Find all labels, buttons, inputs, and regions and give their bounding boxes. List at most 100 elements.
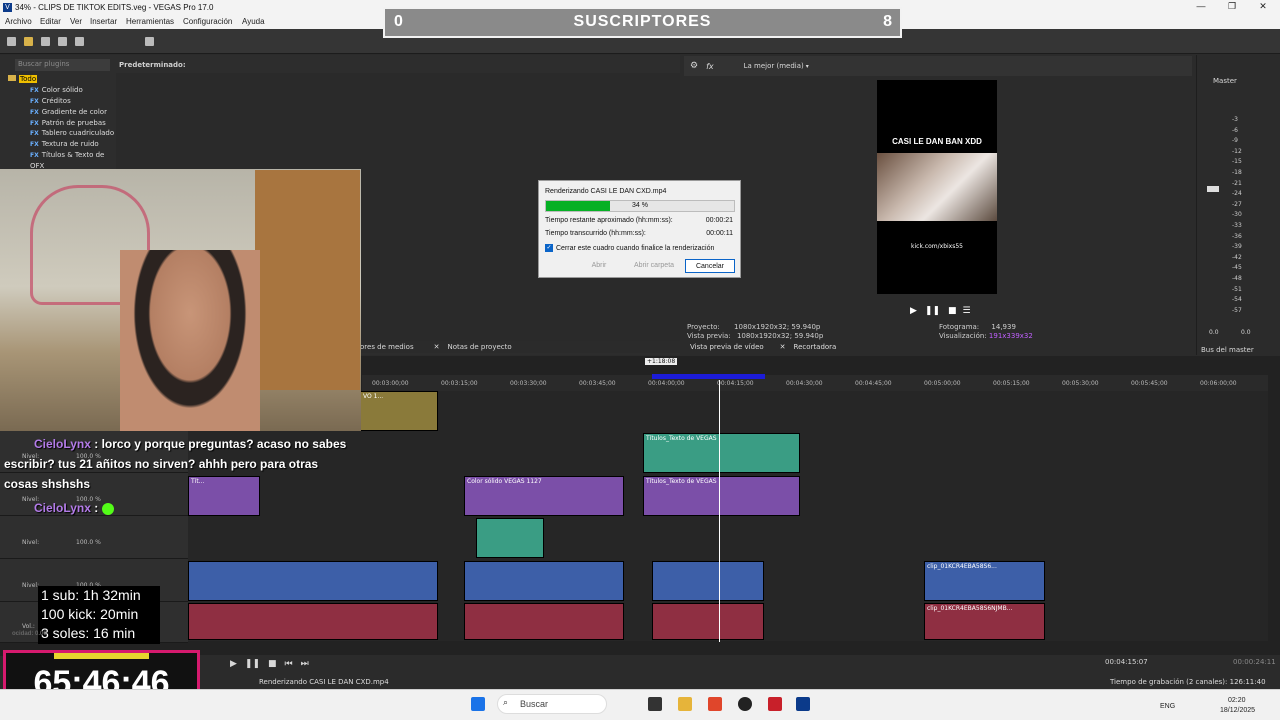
clock-time[interactable]: 02:20 (1228, 697, 1246, 704)
clip-audio-4[interactable]: clip_01KCR4EBA58S6NJMB... (924, 603, 1045, 640)
stop-icon[interactable]: ■ (948, 306, 957, 316)
close-icon[interactable]: ✕ (434, 343, 440, 351)
vegas-logo-icon: V (3, 3, 12, 12)
tab-medios[interactable]: ores de medios (360, 343, 414, 351)
clock-date[interactable]: 18/12/2025 (1220, 707, 1255, 714)
timeline-ruler[interactable]: 00:03:00;00 00:03:15;00 00:03:30;00 00:03:4… (362, 375, 1268, 391)
meter-tick-label: -39 (1232, 243, 1242, 251)
render-icon[interactable] (58, 37, 67, 46)
new-project-icon[interactable] (7, 37, 16, 46)
clip-audio-2[interactable] (464, 603, 624, 640)
minimize-button[interactable]: — (1186, 1, 1216, 14)
clip-teal-short[interactable] (476, 518, 544, 558)
clip-video-2[interactable] (464, 561, 624, 601)
undo-icon[interactable] (145, 37, 154, 46)
brave-icon[interactable] (708, 697, 722, 711)
master-fader-handle[interactable] (1207, 186, 1219, 192)
menu-insertar[interactable]: Insertar (90, 17, 117, 26)
play-icon[interactable]: ▶ (910, 306, 917, 316)
master-level-left: 0.0 (1209, 329, 1219, 336)
ruler-tick-label: 00:04:30;00 (786, 380, 823, 387)
quality-select[interactable]: La mejor (media) (744, 62, 804, 70)
tree-item-creditos[interactable]: FX Créditos (30, 97, 71, 107)
loop-length-label: +1:18:08 (645, 358, 678, 365)
pause-icon[interactable]: ❚❚ (925, 306, 940, 316)
track-header-3[interactable]: Nivel: 100.0 % (0, 517, 188, 559)
playhead-cursor[interactable] (719, 380, 720, 642)
cancel-button[interactable]: Cancelar (685, 259, 735, 273)
chat-message-2: CieloLynx : (4, 500, 114, 516)
checkbox-icon[interactable]: ✓ (545, 244, 553, 252)
tree-item-gradiente[interactable]: FX Gradiente de color (30, 108, 107, 118)
prev-icon[interactable]: ⏮ (285, 659, 293, 669)
task-view-icon[interactable] (648, 697, 662, 711)
video-thumbnail (877, 153, 997, 221)
tree-item-tablero[interactable]: FX Tablero cuadriculado (30, 129, 114, 139)
open-folder-icon[interactable] (24, 37, 33, 46)
tree-item-color-solido[interactable]: FX Color sólido (30, 86, 83, 96)
render-title: Renderizando CASI LE DAN CXD.mp4 (545, 188, 667, 195)
menu-icon[interactable]: ☰ (963, 306, 971, 316)
loop-region[interactable] (652, 374, 765, 379)
clip-audio-3[interactable] (652, 603, 764, 640)
next-icon[interactable]: ⏭ (301, 659, 309, 669)
tab-recortadora[interactable]: Recortadora (794, 343, 837, 351)
menu-ver[interactable]: Ver (70, 17, 82, 26)
clip-audio-1[interactable] (188, 603, 438, 640)
windows-start-icon[interactable] (471, 697, 485, 711)
obs-icon[interactable] (738, 697, 752, 711)
clip-vo[interactable]: VO 1... (360, 391, 438, 431)
menu-configuracion[interactable]: Configuración (183, 17, 232, 26)
open-button[interactable]: Abrir (579, 259, 619, 273)
tab-notas[interactable]: Notas de proyecto (447, 343, 511, 351)
app-icon[interactable] (768, 697, 782, 711)
meter-tick-label: -18 (1232, 169, 1242, 176)
tree-item-textura[interactable]: FX Textura de ruido (30, 140, 99, 150)
plugin-search-input[interactable]: Buscar plugins (15, 59, 110, 71)
file-explorer-icon[interactable] (678, 697, 692, 711)
menu-archivo[interactable]: Archivo (5, 17, 32, 26)
menu-ayuda[interactable]: Ayuda (242, 17, 265, 26)
clip-video-1[interactable] (188, 561, 438, 601)
clip-titulos-1[interactable]: Títulos_Texto de VEGAS (643, 433, 800, 473)
close-button[interactable]: ✕ (1248, 1, 1278, 14)
save-icon[interactable] (41, 37, 50, 46)
gear-icon[interactable]: ⚙ (690, 61, 698, 71)
meter-tick-label: -36 (1232, 232, 1242, 240)
clip-video-3[interactable] (652, 561, 764, 601)
master-bus-tab[interactable]: Bus del master (1201, 346, 1254, 354)
ruler-tick-label: 00:04:45;00 (855, 380, 892, 387)
status-rendering: Renderizando CASI LE DAN CXD.mp4 (259, 678, 389, 686)
preset-label: Predeterminado: (119, 61, 186, 69)
taskbar-search[interactable]: Buscar (497, 694, 607, 714)
elapsed-value: 00:00:11 (706, 230, 733, 237)
open-folder-button[interactable]: Abrir carpeta (627, 259, 681, 273)
tree-item-patron[interactable]: FX Patrón de pruebas (30, 119, 106, 129)
clip-color-solido[interactable]: Color sólido VEGAS 1127 (464, 476, 624, 516)
preview-transport: ▶ ❚❚ ■ ☰ (900, 305, 980, 317)
close-icon[interactable]: ✕ (780, 343, 786, 351)
timeline-transport: ▶ ❚❚ ■ ⏮ ⏭ 00:04:15:07 00:00:24:11 (200, 655, 1280, 673)
clip-video-4[interactable]: clip_01KCR4EBA58S6... (924, 561, 1045, 601)
meter-tick-label: -42 (1232, 253, 1242, 261)
maximize-button[interactable]: ❐ (1217, 1, 1247, 14)
clip-titulos-2[interactable]: Títulos_Texto de VEGAS (643, 476, 800, 516)
remaining-value: 00:00:21 (705, 217, 733, 224)
timecode: 00:04:15:07 (1105, 658, 1148, 666)
menu-herramientas[interactable]: Herramientas (126, 17, 174, 26)
video-frame: CASI LE DAN BAN XDD kick.com/xbixs55 (877, 80, 997, 294)
close-checkbox-row[interactable]: ✓ Cerrar este cuadro cuando finalice la … (545, 244, 714, 252)
tab-vista-previa[interactable]: Vista previa de vídeo (690, 343, 764, 351)
play-icon[interactable]: ▶ (230, 659, 237, 669)
language-indicator[interactable]: ENG (1160, 703, 1175, 710)
fx-icon[interactable]: fx (706, 62, 714, 71)
vegas-taskbar-icon[interactable] (796, 697, 810, 711)
visualizacion-value: 191x339x32 (988, 332, 1033, 340)
stop-icon[interactable]: ■ (268, 659, 277, 669)
timecode-end: 00:00:24:11 (1233, 658, 1276, 666)
tree-item-todo[interactable]: Todo (8, 75, 38, 85)
tree-item-titulos[interactable]: FX Títulos & Texto de (30, 151, 104, 161)
menu-editar[interactable]: Editar (40, 17, 61, 26)
pause-icon[interactable]: ❚❚ (245, 659, 260, 669)
gear-icon[interactable] (75, 37, 84, 46)
